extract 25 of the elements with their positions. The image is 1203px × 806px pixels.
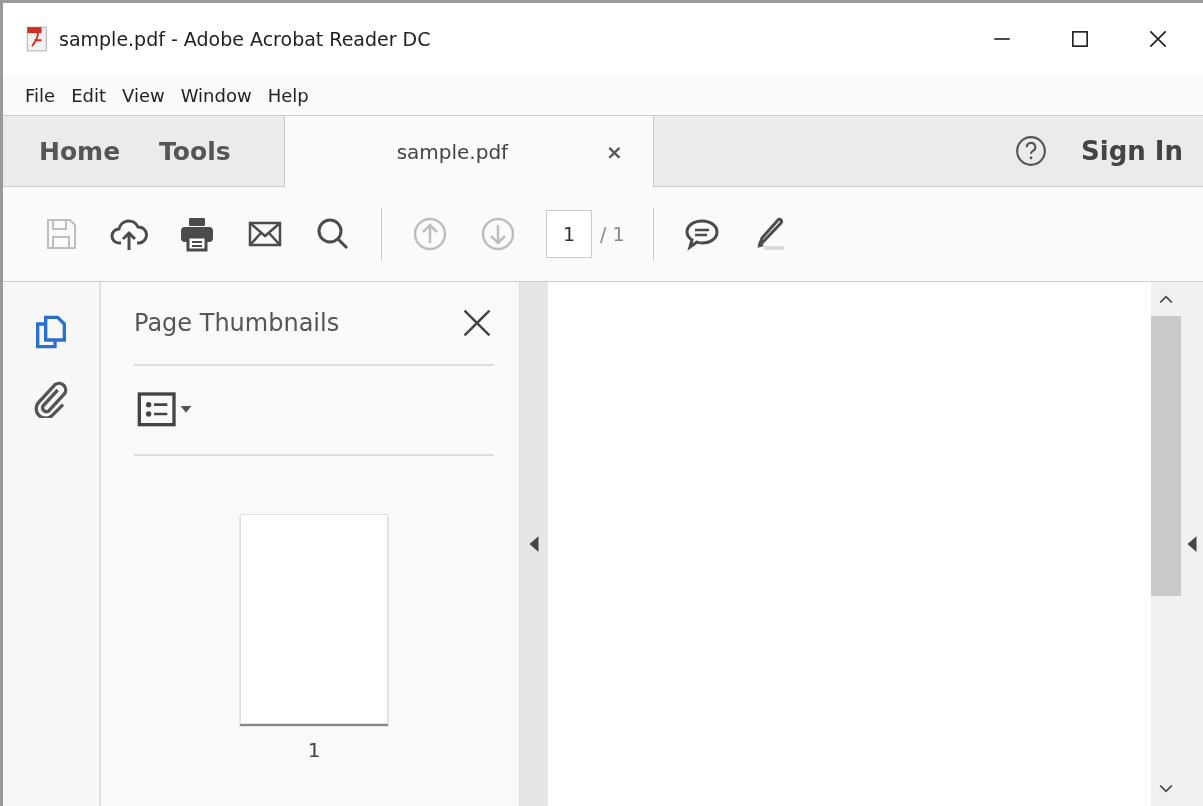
scroll-up-icon[interactable]	[1159, 294, 1173, 304]
document-tab[interactable]: sample.pdf ×	[283, 116, 654, 187]
page-total: / 1	[600, 223, 625, 245]
help-icon[interactable]	[1015, 135, 1047, 167]
expand-arrow-icon[interactable]	[1186, 535, 1198, 553]
scrollbar-thumb[interactable]	[1151, 316, 1181, 596]
close-icon[interactable]	[1147, 28, 1169, 50]
menu-item[interactable]: Help	[267, 84, 309, 106]
panel-title: Page Thumbnails	[134, 309, 340, 337]
menu-item[interactable]: View	[122, 84, 165, 106]
window-title: sample.pdf - Adobe Acrobat Reader DC	[59, 28, 431, 50]
menu-item[interactable]: Window	[180, 84, 252, 106]
sign-in-link[interactable]: Sign In	[1081, 136, 1183, 166]
nav-tab[interactable]: Home	[3, 116, 146, 186]
menu-item[interactable]: File	[25, 84, 56, 106]
page-number-field[interactable]: 1	[546, 210, 592, 258]
nav-tab[interactable]: Tools	[145, 116, 256, 186]
scroll-down-icon[interactable]	[1159, 784, 1173, 794]
tab-close-button[interactable]: ×	[605, 139, 623, 164]
tab-label: sample.pdf	[396, 139, 509, 164]
page-number: 1	[307, 738, 321, 762]
page-thumbnail[interactable]	[240, 514, 388, 724]
menu-item[interactable]: Edit	[71, 84, 106, 106]
collapse-arrow-icon[interactable]	[528, 535, 540, 553]
maximize-icon[interactable]	[1069, 28, 1091, 50]
